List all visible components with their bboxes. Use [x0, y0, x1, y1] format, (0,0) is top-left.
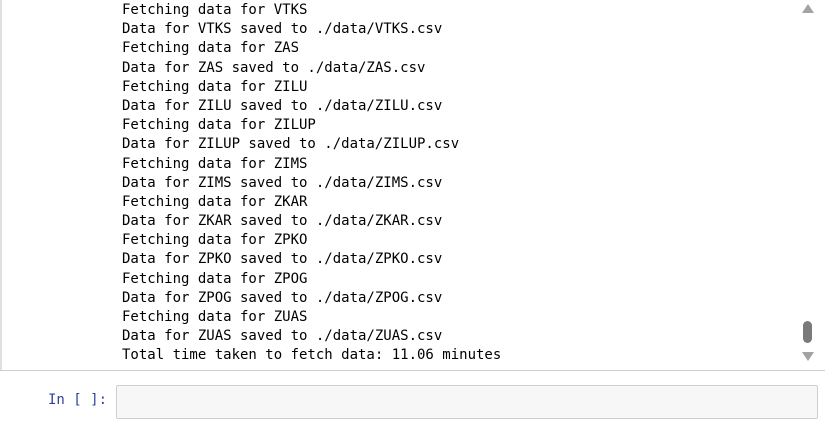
output-lines: Fetching data for VTKS Data for VTKS sav… — [122, 1, 501, 366]
output-line: Data for ZAS saved to ./data/ZAS.csv — [122, 59, 426, 76]
output-line: Data for ZUAS saved to ./data/ZUAS.csv — [122, 328, 443, 345]
cell-output-area: Fetching data for VTKS Data for VTKS sav… — [0, 0, 825, 371]
output-line: Data for VTKS saved to ./data/VTKS.csv — [122, 21, 443, 38]
output-line: Data for ZPKO saved to ./data/ZPKO.csv — [122, 251, 443, 268]
output-line: Data for ZILUP saved to ./data/ZILUP.csv — [122, 136, 460, 153]
scroll-down-arrow-icon[interactable] — [802, 352, 814, 361]
scroll-up-arrow-icon[interactable] — [802, 4, 814, 13]
output-line: Fetching data for ZAS — [122, 40, 300, 57]
output-line: Fetching data for ZUAS — [122, 309, 308, 325]
input-prompt: In [ ]: — [48, 392, 108, 408]
output-line: Data for ZPOG saved to ./data/ZPOG.csv — [122, 289, 443, 306]
output-line: Fetching data for ZILU — [122, 78, 308, 95]
output-line: Fetching data for ZPOG — [122, 270, 308, 287]
output-line: Fetching data for ZKAR — [122, 193, 308, 210]
code-input-editor[interactable] — [116, 385, 818, 419]
scrollbar-thumb[interactable] — [803, 321, 812, 343]
output-scrollbar[interactable] — [799, 0, 817, 370]
output-line: Fetching data for ZIMS — [122, 155, 308, 172]
output-line: Total time taken to fetch data: 11.06 mi… — [122, 347, 502, 364]
output-line: Fetching data for ZPKO — [122, 232, 308, 249]
code-cell: In [ ]: — [0, 376, 835, 430]
output-line: Data for ZILU saved to ./data/ZILU.csv — [122, 97, 443, 114]
output-line: Data for ZKAR saved to ./data/ZKAR.csv — [122, 213, 443, 230]
output-line: Fetching data for ZILUP — [122, 117, 316, 134]
output-left-strip — [0, 0, 2, 370]
output-line: Fetching data for VTKS — [122, 2, 308, 18]
output-line: Data for ZIMS saved to ./data/ZIMS.csv — [122, 174, 443, 191]
